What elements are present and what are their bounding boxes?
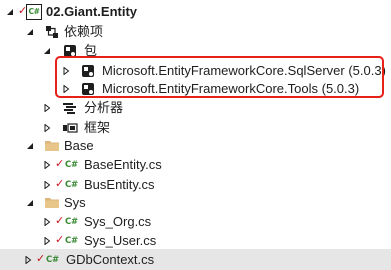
- collapsed-arrow-icon[interactable]: [43, 161, 51, 169]
- folder-icon: [45, 198, 59, 208]
- file-gdbcontext-label: GDbContext.cs: [66, 252, 155, 267]
- expanded-arrow-icon[interactable]: [26, 142, 34, 150]
- collapsed-arrow-icon[interactable]: [43, 124, 51, 132]
- csharp-file-icon: C#: [65, 217, 78, 227]
- frameworks-label: 框架: [84, 120, 111, 135]
- analyzer-icon: [63, 103, 76, 114]
- pending-add-check-icon: ✓: [18, 5, 28, 17]
- collapsed-arrow-icon[interactable]: [43, 237, 51, 245]
- folder-icon: [45, 141, 59, 151]
- file-baseentity-label: BaseEntity.cs: [84, 157, 162, 172]
- file-sysuser-label: Sys_User.cs: [84, 233, 157, 248]
- pending-add-check-icon: ✓: [55, 234, 65, 246]
- pending-add-check-icon: ✓: [55, 158, 65, 170]
- collapsed-arrow-icon[interactable]: [43, 104, 51, 112]
- tree-row-analyzers[interactable]: 分析器: [0, 97, 391, 119]
- collapsed-arrow-icon[interactable]: [43, 181, 51, 189]
- csharp-file-icon: C#: [46, 255, 59, 265]
- tree-row-file-baseentity[interactable]: ✓ C# BaseEntity.cs: [0, 154, 391, 176]
- file-busentity-label: BusEntity.cs: [84, 177, 155, 192]
- pending-add-check-icon: ✓: [55, 178, 65, 190]
- dependencies-icon: [46, 26, 58, 38]
- expanded-arrow-icon[interactable]: [26, 199, 34, 207]
- csharp-file-icon: C#: [65, 180, 78, 190]
- expanded-arrow-icon[interactable]: [43, 47, 51, 55]
- collapsed-arrow-icon[interactable]: [43, 218, 51, 226]
- expanded-arrow-icon[interactable]: [26, 28, 34, 36]
- folder-sys-label: Sys: [64, 195, 86, 210]
- csharp-file-icon: C#: [65, 236, 78, 246]
- tree-row-file-gdbcontext[interactable]: ✓ C# GDbContext.cs: [0, 249, 391, 270]
- dependencies-label: 依赖项: [64, 24, 104, 39]
- collapsed-arrow-icon[interactable]: [24, 256, 32, 264]
- framework-icon: [63, 123, 78, 133]
- file-sysorg-label: Sys_Org.cs: [84, 214, 152, 229]
- solution-explorer-tree: ✓ C# 02.Giant.Entity 依赖项 包 Microsoft.Ent…: [0, 0, 391, 270]
- analyzers-label: 分析器: [84, 100, 124, 115]
- tree-row-project[interactable]: ✓ C# 02.Giant.Entity: [0, 1, 391, 23]
- pending-add-check-icon: ✓: [36, 253, 46, 265]
- csharp-project-icon: C#: [26, 4, 42, 20]
- project-name: 02.Giant.Entity: [46, 4, 138, 19]
- highlight-box: [55, 56, 384, 98]
- pending-add-check-icon: ✓: [55, 215, 65, 227]
- folder-base-label: Base: [64, 138, 94, 153]
- csharp-file-icon: C#: [65, 160, 78, 170]
- expanded-arrow-icon[interactable]: [6, 8, 14, 16]
